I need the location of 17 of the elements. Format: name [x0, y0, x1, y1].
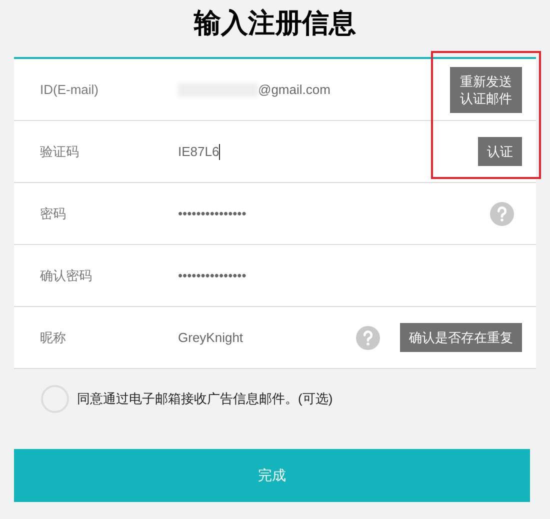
help-icon[interactable]: [356, 326, 380, 350]
action-button[interactable]: 重新发送认证邮件: [450, 66, 522, 112]
input-field[interactable]: @gmail.com: [178, 74, 450, 104]
input-field[interactable]: GreyKnight: [178, 322, 356, 352]
field-label: 验证码: [40, 142, 80, 161]
input-field[interactable]: •••••••••••••••: [178, 260, 522, 290]
field-label: 确认密码: [40, 266, 93, 285]
consent-label: 同意通过电子邮箱接收广告信息邮件。(可选): [77, 390, 333, 408]
page-title: 输入注册信息: [194, 7, 356, 40]
field-label: 密码: [40, 204, 67, 223]
help-icon[interactable]: [490, 202, 514, 226]
input-field[interactable]: IE87L6: [178, 136, 478, 166]
action-button[interactable]: 确认是否存在重复: [400, 323, 522, 352]
input-field[interactable]: •••••••••••••••: [178, 198, 490, 228]
action-button[interactable]: 认证: [478, 137, 522, 166]
field-label: ID(E-mail): [40, 80, 100, 99]
field-label: 昵称: [40, 328, 67, 347]
